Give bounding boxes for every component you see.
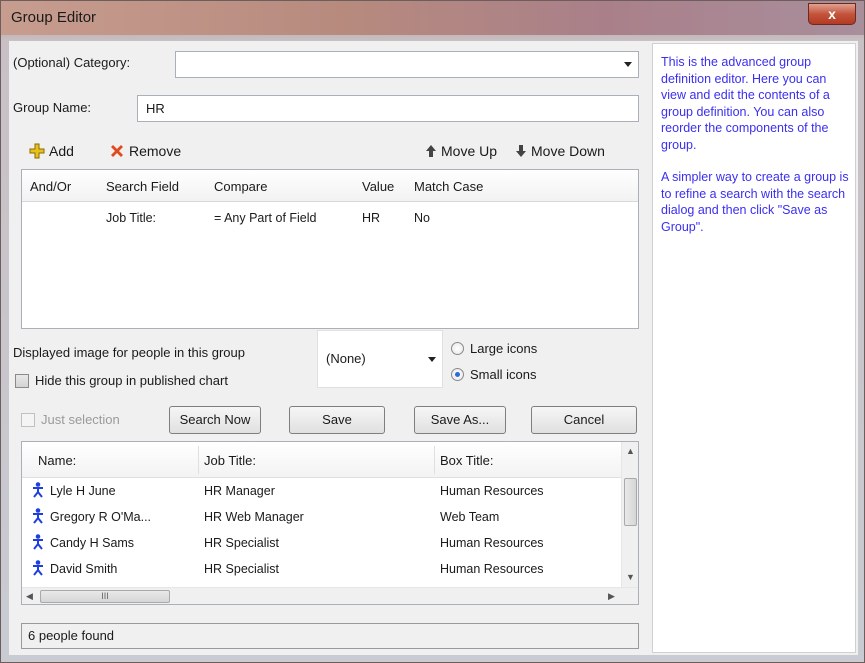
radio-indicator[interactable] [451, 342, 464, 355]
cancel-button[interactable]: Cancel [531, 406, 637, 434]
remove-icon [111, 145, 123, 157]
status-bar: 6 people found [21, 623, 639, 649]
chevron-down-icon [624, 62, 632, 67]
chevron-down-icon [428, 357, 436, 362]
person-icon [33, 534, 43, 550]
displayed-image-label: Displayed image for people in this group [13, 345, 245, 360]
job-title-cell: HR Specialist [204, 536, 280, 550]
remove-button[interactable]: Remove [109, 143, 181, 159]
column-header[interactable]: Match Case [414, 179, 483, 194]
job-title-cell: HR Specialist [204, 562, 280, 576]
job-title-cell: HR Web Manager [204, 510, 304, 524]
just-selection-checkbox-box[interactable] [21, 412, 35, 427]
horizontal-scrollbar[interactable]: ◀ III ▶ [22, 587, 638, 604]
box-title-cell: Human Resources [440, 484, 544, 498]
column-header[interactable]: Compare [214, 179, 267, 194]
column-header[interactable]: And/Or [30, 179, 71, 194]
hide-group-label: Hide this group in published chart [35, 373, 228, 388]
just-selection-checkbox[interactable]: Just selection [21, 412, 120, 427]
arrow-down-icon [516, 145, 526, 157]
close-button[interactable]: x [808, 3, 856, 25]
small-icons-label: Small icons [470, 367, 537, 382]
box-title-cell: Human Resources [440, 536, 544, 550]
column-header[interactable]: Search Field [106, 179, 179, 194]
radio-indicator[interactable] [451, 368, 464, 381]
horizontal-scroll-thumb[interactable]: III [40, 590, 170, 603]
scroll-right-icon[interactable]: ▶ [608, 591, 615, 602]
category-select[interactable] [175, 51, 639, 78]
just-selection-label: Just selection [41, 412, 120, 427]
save-button[interactable]: Save [289, 406, 385, 434]
save-as-button[interactable]: Save As... [414, 406, 506, 434]
column-header[interactable]: Job Title: [204, 453, 256, 468]
move-down-label: Move Down [531, 143, 605, 159]
image-select-value: (None) [326, 351, 366, 366]
search-field-cell: Job Title: [106, 211, 157, 225]
name-cell: Gregory R O'Ma... [50, 510, 152, 524]
vertical-scrollbar[interactable]: ▲ ▼ [621, 442, 638, 588]
column-header[interactable]: Box Title: [440, 453, 493, 468]
person-icon [33, 508, 43, 524]
definition-grid[interactable]: And/Or Search Field Compare Value Match … [21, 169, 639, 329]
search-now-button[interactable]: Search Now [169, 406, 261, 434]
person-icon [33, 560, 43, 576]
box-title-cell: Web Team [440, 510, 500, 524]
group-name-value: HR [146, 101, 165, 116]
scroll-up-icon[interactable]: ▲ [626, 446, 635, 456]
dialog-body: (Optional) Category: Group Name: HR Add … [9, 41, 858, 655]
arrow-up-icon [426, 145, 436, 157]
move-down-button[interactable]: Move Down [515, 143, 605, 159]
group-name-label: Group Name: [13, 100, 92, 115]
large-icons-label: Large icons [470, 341, 538, 356]
results-list[interactable]: Name: Job Title: Box Title: Lyle H June … [21, 441, 639, 605]
move-up-label: Move Up [441, 143, 498, 159]
column-header[interactable]: Value [362, 179, 394, 194]
add-label: Add [49, 143, 74, 159]
column-header[interactable]: Name: [38, 453, 76, 468]
add-button[interactable]: Add [29, 143, 74, 159]
vertical-scroll-thumb[interactable] [624, 478, 637, 526]
move-up-button[interactable]: Move Up [425, 143, 497, 159]
scroll-left-icon[interactable]: ◀ [26, 591, 33, 602]
small-icons-radio[interactable]: Small icons [451, 367, 536, 382]
category-label: (Optional) Category: [13, 55, 131, 70]
name-cell: David Smith [50, 562, 118, 576]
plus-icon [29, 143, 45, 159]
compare-cell: = Any Part of Field [214, 211, 317, 225]
hide-group-checkbox[interactable]: Hide this group in published chart [15, 373, 228, 388]
person-icon [33, 482, 43, 498]
list-item[interactable]: Lyle H June HR Manager Human Resources [22, 478, 638, 504]
help-paragraph: A simpler way to create a group is to re… [661, 170, 849, 234]
definition-grid-header: And/Or Search Field Compare Value Match … [22, 170, 638, 202]
definition-toolbar: Add Remove Move Up Move Down [21, 135, 637, 169]
name-cell: Candy H Sams [50, 536, 135, 550]
box-title-cell: Human Resources [440, 562, 544, 576]
results-list-header: Name: Job Title: Box Title: [22, 442, 638, 478]
window-title: Group Editor [11, 9, 97, 26]
match-case-cell: No [414, 211, 430, 225]
list-item[interactable]: David Smith HR Specialist Human Resource… [22, 556, 638, 582]
list-item[interactable]: Candy H Sams HR Specialist Human Resourc… [22, 530, 638, 556]
image-select[interactable]: (None) [317, 330, 443, 388]
scroll-down-icon[interactable]: ▼ [626, 572, 635, 582]
name-cell: Lyle H June [50, 484, 116, 498]
value-cell: HR [362, 211, 381, 225]
group-editor-window: Group Editor x (Optional) Category: Grou… [0, 0, 865, 663]
large-icons-radio[interactable]: Large icons [451, 341, 537, 356]
help-panel: This is the advanced group definition ed… [652, 43, 856, 653]
definition-row[interactable]: Job Title: = Any Part of Field HR No [22, 202, 638, 230]
title-bar[interactable]: Group Editor x [1, 1, 864, 35]
help-paragraph: This is the advanced group definition ed… [661, 55, 830, 152]
hide-group-checkbox-box[interactable] [15, 373, 29, 388]
list-item[interactable]: Gregory R O'Ma... HR Web Manager Web Tea… [22, 504, 638, 530]
group-name-input[interactable]: HR [137, 95, 639, 122]
remove-label: Remove [129, 143, 182, 159]
job-title-cell: HR Manager [204, 484, 275, 498]
